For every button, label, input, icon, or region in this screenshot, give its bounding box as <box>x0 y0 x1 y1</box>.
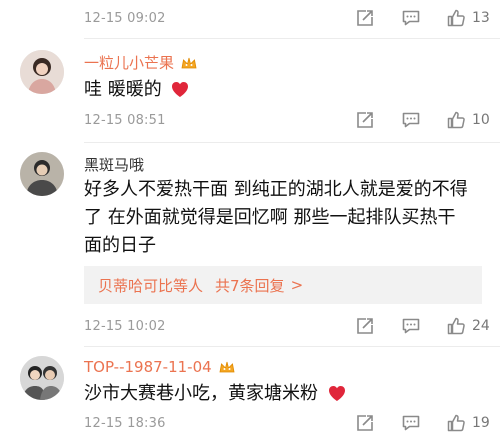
thumbs-up-icon <box>447 414 465 432</box>
like-count: 24 <box>472 318 490 334</box>
comment-actions: 19 <box>330 412 490 434</box>
avatar[interactable] <box>20 152 64 196</box>
comment-button[interactable] <box>400 412 422 434</box>
avatar[interactable] <box>20 356 64 400</box>
divider <box>84 142 500 143</box>
reply-count[interactable]: 共7条回复 <box>215 275 285 296</box>
comment-timestamp: 12-15 08:51 <box>84 112 166 128</box>
comment-button[interactable] <box>400 109 422 131</box>
comment-timestamp: 12-15 09:02 <box>84 10 166 26</box>
share-icon <box>357 318 373 334</box>
reply-users[interactable]: 贝蒂哈可比等人 <box>98 275 203 296</box>
thumbs-up-icon <box>447 317 465 335</box>
comment-text-body: 沙市大赛巷小吃，黄家塘米粉 <box>84 383 318 404</box>
comment-meta-row: 12-15 09:02 13 <box>84 4 490 32</box>
comment-icon <box>402 10 420 26</box>
comment-button[interactable] <box>400 315 422 337</box>
comment-text-body: 哇 暖暖的 <box>84 79 162 100</box>
username[interactable]: 黑斑马哦 <box>84 154 144 175</box>
like-button[interactable]: 13 <box>446 8 490 28</box>
comment-text-line: 了 在外面就觉得是回忆啊 那些一起排队买热干 <box>84 207 456 228</box>
comment-meta-row: 12-15 18:36 19 <box>84 409 490 437</box>
comment-text: 哇 暖暖的 <box>84 76 482 107</box>
comment-button[interactable] <box>400 7 422 29</box>
comment-meta-row: 12-15 10:02 24 <box>84 312 490 340</box>
vip-crown-icon <box>180 54 198 72</box>
comment-text: 沙市大赛巷小吃，黄家塘米粉 <box>84 380 482 411</box>
username[interactable]: 一粒儿小芒果 <box>84 52 198 73</box>
avatar[interactable] <box>20 50 64 94</box>
chevron-right-icon: > <box>290 276 304 294</box>
share-icon <box>357 112 373 128</box>
comment-icon <box>402 318 420 334</box>
share-button[interactable] <box>354 412 376 434</box>
share-icon <box>357 10 373 26</box>
like-button[interactable]: 10 <box>446 110 490 130</box>
thumbs-up-icon <box>447 9 465 27</box>
like-count: 13 <box>472 10 490 26</box>
comment-actions: 13 <box>330 7 490 29</box>
reply-summary[interactable]: 贝蒂哈可比等人 共7条回复 > <box>84 266 482 304</box>
divider <box>84 38 500 39</box>
heart-emoji-icon <box>170 79 190 107</box>
comment-actions: 10 <box>330 109 490 131</box>
like-count: 19 <box>472 415 490 431</box>
comment-meta-row: 12-15 08:51 10 <box>84 106 490 134</box>
share-icon <box>357 415 373 431</box>
heart-emoji-icon <box>327 383 347 411</box>
username-text[interactable]: TOP--1987-11-04 <box>84 358 212 376</box>
like-button[interactable]: 24 <box>446 316 490 336</box>
share-button[interactable] <box>354 315 376 337</box>
share-button[interactable] <box>354 109 376 131</box>
comment-timestamp: 12-15 18:36 <box>84 415 166 431</box>
thumbs-up-icon <box>447 111 465 129</box>
comment-text-line: 好多人不爱热干面 到纯正的湖北人就是爱的不得 <box>84 179 468 200</box>
comment-text-line: 面的日子 <box>84 235 156 256</box>
comment-timestamp: 12-15 10:02 <box>84 318 166 334</box>
like-count: 10 <box>472 112 490 128</box>
comment-icon <box>402 415 420 431</box>
comment-text: 好多人不爱热干面 到纯正的湖北人就是爱的不得 了 在外面就觉得是回忆啊 那些一起… <box>84 176 482 260</box>
like-button[interactable]: 19 <box>446 413 490 433</box>
comment-actions: 24 <box>330 315 490 337</box>
username-text[interactable]: 黑斑马哦 <box>84 154 144 175</box>
comment-icon <box>402 112 420 128</box>
vip-crown-icon <box>218 358 236 376</box>
divider <box>84 346 500 347</box>
share-button[interactable] <box>354 7 376 29</box>
username[interactable]: TOP--1987-11-04 <box>84 358 236 376</box>
username-text[interactable]: 一粒儿小芒果 <box>84 52 174 73</box>
